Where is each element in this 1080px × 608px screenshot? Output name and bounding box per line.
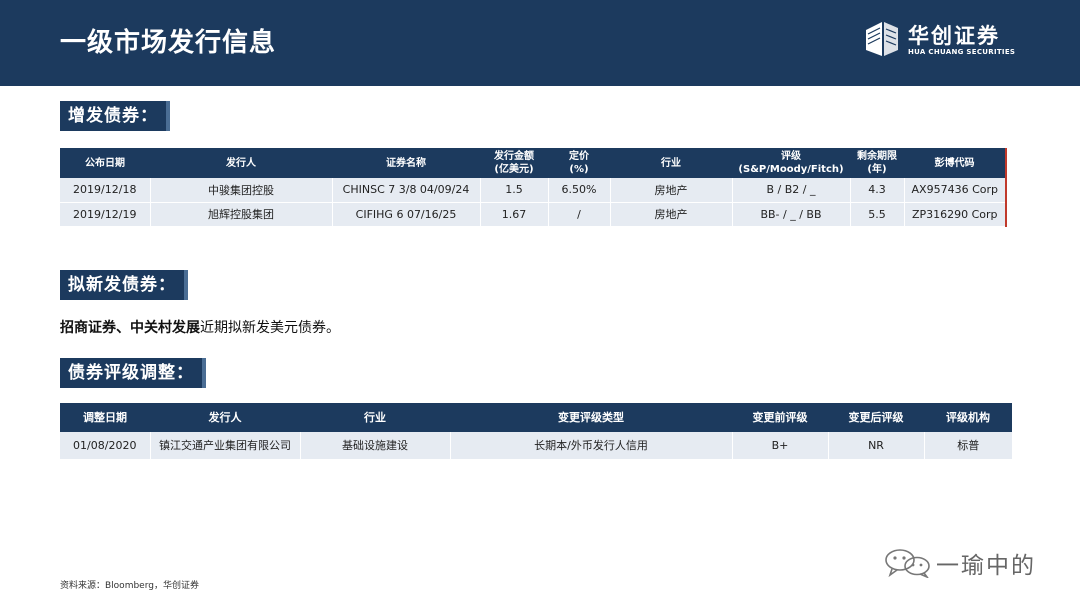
column-header-unit: (%) (569, 164, 589, 175)
column-header: 变更评级类型 (450, 403, 732, 432)
column-header: 变更前评级 (732, 403, 828, 432)
watermark: 一瑜中的 (884, 544, 1054, 580)
column-header: 行业 (300, 403, 450, 432)
table-cell: CIFIHG 6 07/16/25 (332, 202, 481, 227)
data-source-note: 资料来源：Bloomberg，华创证券 (60, 581, 199, 591)
watermark-text: 一瑜中的 (936, 553, 1036, 579)
table-cell: AX957436 Corp (904, 178, 1006, 203)
new-issue-table: 公布日期 发行人 证券名称 发行金额 (亿美元) 定价 (%) 行业 评级 (S&P/… (60, 148, 1007, 227)
table-cell: 房地产 (610, 202, 733, 227)
column-header: 变更后评级 (828, 403, 924, 432)
column-header-line: 评级 (781, 151, 801, 162)
planned-issuers: 招商证券、中关村发展 (60, 320, 200, 336)
header-bar: 一级市场发行信息 华创证券 HUA CHUANG SECURITIES (0, 0, 1080, 86)
table-cell: 中骏集团控股 (150, 178, 333, 203)
column-header: 剩余期限 (年) (850, 148, 904, 178)
table-cell: 房地产 (610, 178, 733, 203)
table-cell: 1.67 (480, 202, 549, 227)
column-header: 调整日期 (60, 403, 150, 432)
column-header: 发行人 (150, 403, 300, 432)
table-cell: 6.50% (548, 178, 611, 203)
table-cell: CHINSC 7 3/8 04/09/24 (332, 178, 481, 203)
column-header: 定价 (%) (548, 148, 610, 178)
section-title-rating-adjustment: 债券评级调整： (60, 358, 206, 388)
logo-mark-icon (866, 22, 898, 56)
column-header-unit: (年) (867, 164, 887, 175)
column-header-unit: (亿美元) (494, 164, 534, 175)
column-header: 发行人 (150, 148, 332, 178)
logo-english-name: HUA CHUANG SECURITIES (908, 48, 1016, 56)
table-cell: 01/08/2020 (60, 432, 151, 460)
table-cell: 长期本/外币发行人信用 (450, 432, 733, 460)
table-header-row: 调整日期 发行人 行业 变更评级类型 变更前评级 变更后评级 评级机构 (60, 403, 1012, 432)
rating-adjustment-table: 调整日期 发行人 行业 变更评级类型 变更前评级 变更后评级 评级机构 01/0… (60, 403, 1012, 460)
logo-chinese-name: 华创证券 (908, 24, 1000, 48)
column-header: 彭博代码 (904, 148, 1006, 178)
table-row: 2019/12/19 旭辉控股集团 CIFIHG 6 07/16/25 1.67… (60, 202, 1006, 227)
column-header-line: 发行金额 (494, 151, 534, 162)
table-cell: 标普 (924, 432, 1012, 460)
table-cell: 4.3 (850, 178, 905, 203)
column-header: 评级机构 (924, 403, 1012, 432)
section-title-new-issue: 增发债券： (60, 101, 170, 131)
column-header: 发行金额 (亿美元) (480, 148, 548, 178)
table-cell: B / B2 / _ (732, 178, 851, 203)
company-logo: 华创证券 HUA CHUANG SECURITIES (864, 20, 1024, 64)
page-title: 一级市场发行信息 (60, 28, 277, 58)
table-row: 01/08/2020 镇江交通产业集团有限公司 基础设施建设 长期本/外币发行人… (60, 432, 1012, 460)
table-cell: 2019/12/19 (60, 202, 151, 227)
table-cell: 5.5 (850, 202, 905, 227)
planned-issue-description: 近期拟新发美元债券。 (200, 320, 340, 336)
planned-issue-text: 招商证券、中关村发展近期拟新发美元债券。 (60, 317, 340, 337)
column-header: 评级 (S&P/Moody/Fitch) (732, 148, 850, 178)
column-header-line: 剩余期限 (857, 151, 897, 162)
table-cell: 旭辉控股集团 (150, 202, 333, 227)
column-header: 行业 (610, 148, 732, 178)
table-cell: / (548, 202, 611, 227)
section-title-planned-issue: 拟新发债券： (60, 270, 188, 300)
table-cell: ZP316290 Corp (904, 202, 1006, 227)
table-cell: 镇江交通产业集团有限公司 (150, 432, 301, 460)
table-cell: BB- / _ / BB (732, 202, 851, 227)
table-cell: NR (828, 432, 925, 460)
column-header-line: 定价 (569, 151, 589, 162)
table-cell: 1.5 (480, 178, 549, 203)
table-cell: B+ (732, 432, 829, 460)
table-cell: 基础设施建设 (300, 432, 451, 460)
table-row: 2019/12/18 中骏集团控股 CHINSC 7 3/8 04/09/24 … (60, 178, 1006, 203)
column-header-unit: (S&P/Moody/Fitch) (738, 164, 844, 175)
table-header-row: 公布日期 发行人 证券名称 发行金额 (亿美元) 定价 (%) 行业 评级 (S&P/… (60, 148, 1006, 178)
table-cell: 2019/12/18 (60, 178, 151, 203)
column-header: 证券名称 (332, 148, 480, 178)
wechat-icon (885, 549, 930, 578)
column-header: 公布日期 (60, 148, 150, 178)
